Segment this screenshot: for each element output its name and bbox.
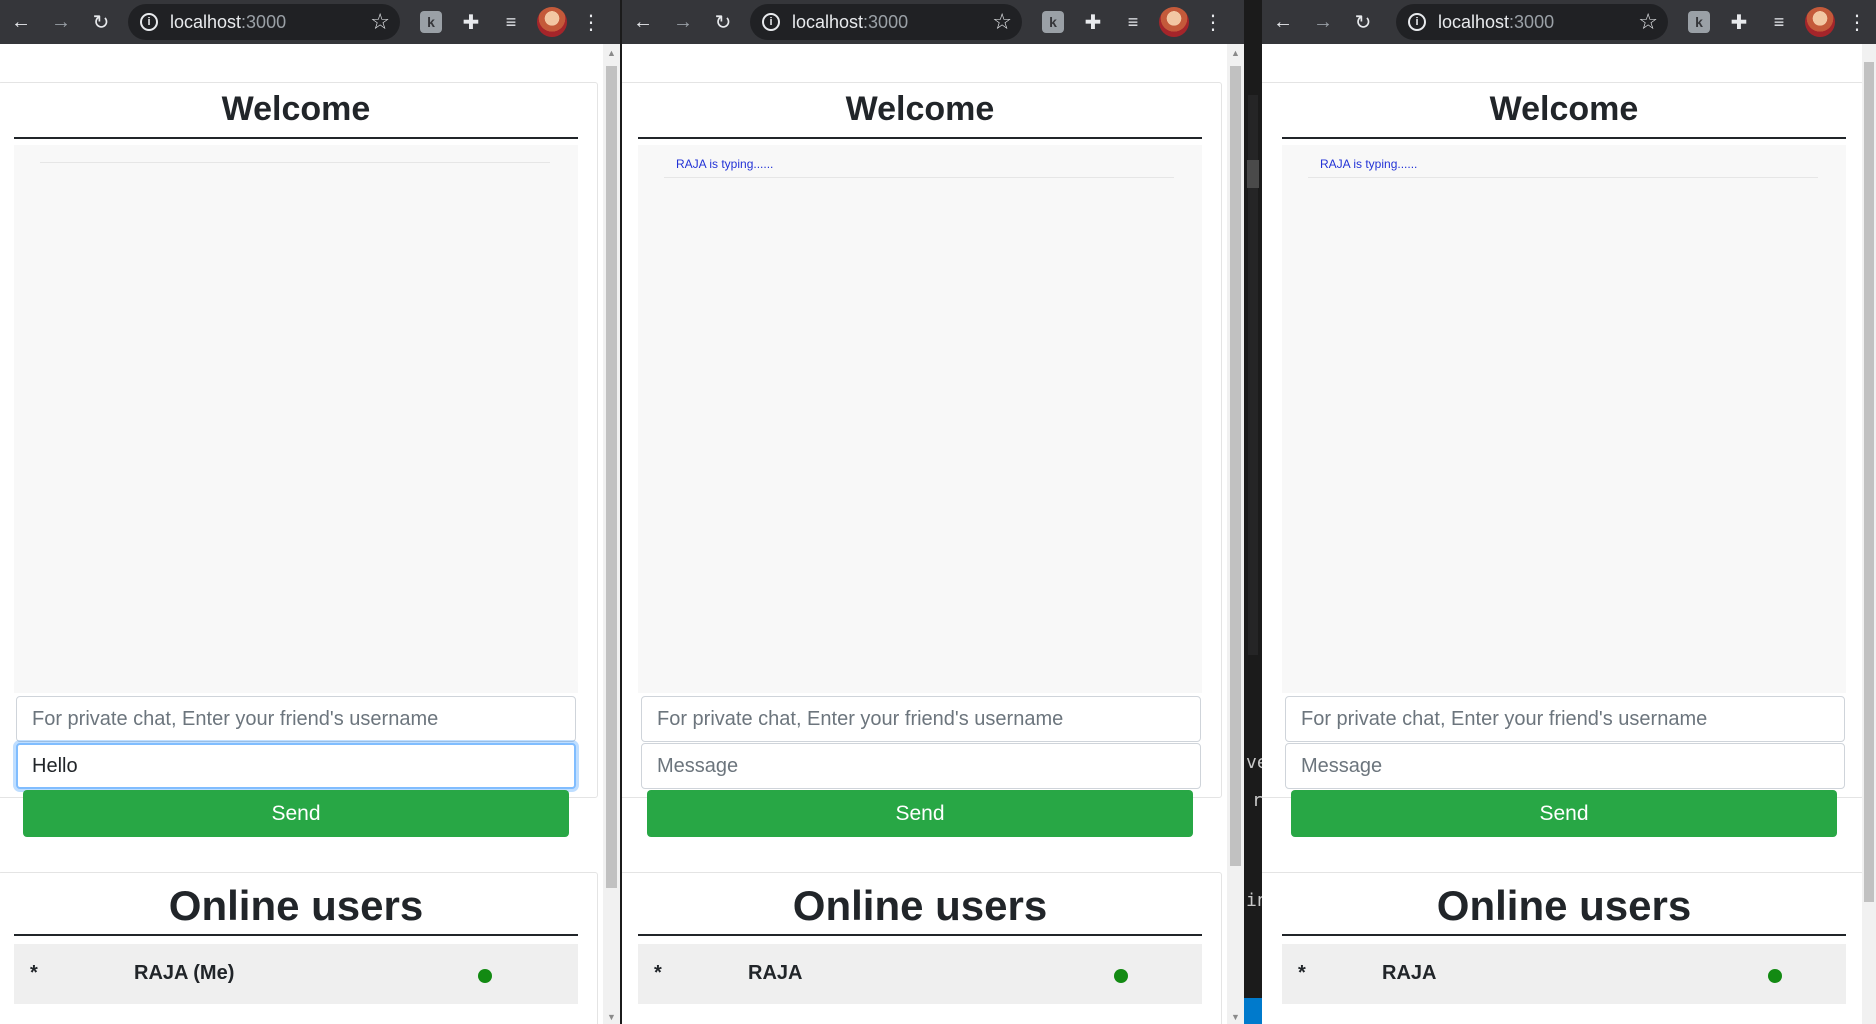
user-name: RAJA (Me) xyxy=(134,962,235,984)
bookmark-star-icon[interactable]: ☆ xyxy=(370,9,390,35)
editor-status-bar xyxy=(1244,998,1262,1024)
forward-icon[interactable]: → xyxy=(1310,9,1336,35)
user-row[interactable]: * RAJA xyxy=(638,944,1202,1004)
address-bar[interactable]: i localhost:3000 ☆ xyxy=(1396,4,1668,40)
message-input[interactable] xyxy=(16,743,576,789)
online-users-title: Online users xyxy=(168,882,424,929)
send-button[interactable]: Send xyxy=(1291,790,1837,837)
page-scrollbar[interactable] xyxy=(1862,44,1876,1024)
reload-icon[interactable]: ↻ xyxy=(88,9,114,35)
extension-k-icon[interactable]: k xyxy=(1042,11,1064,33)
scroll-thumb[interactable] xyxy=(1864,62,1874,902)
site-info-icon[interactable]: i xyxy=(140,13,158,31)
scroll-thumb[interactable] xyxy=(606,66,617,888)
menu-kebab-icon[interactable]: ⋮ xyxy=(578,9,604,35)
page-scrollbar[interactable]: ▲ ▼ xyxy=(1227,44,1244,1024)
scroll-down-arrow[interactable]: ▼ xyxy=(1230,1012,1241,1022)
messages-area: RAJA is typing...... xyxy=(1282,145,1846,693)
editor-scroll-thumb[interactable] xyxy=(1247,160,1259,188)
back-icon[interactable]: ← xyxy=(1270,9,1296,35)
user-name: RAJA xyxy=(1382,962,1437,984)
extensions-puzzle-icon[interactable]: ✚ xyxy=(1080,9,1106,35)
bookmark-star-icon[interactable]: ☆ xyxy=(1638,9,1658,35)
title-divider xyxy=(638,137,1202,139)
scroll-down-arrow[interactable]: ▼ xyxy=(606,1012,617,1022)
profile-avatar[interactable] xyxy=(1159,7,1189,37)
scroll-thumb[interactable] xyxy=(1230,66,1241,866)
users-divider xyxy=(638,934,1202,936)
send-button[interactable]: Send xyxy=(647,790,1193,837)
extension-k-icon[interactable]: k xyxy=(420,11,442,33)
address-url: localhost:3000 xyxy=(792,12,909,32)
page-scrollbar[interactable]: ▲ ▼ xyxy=(603,44,620,1024)
site-info-icon[interactable]: i xyxy=(1408,13,1426,31)
extensions-puzzle-icon[interactable]: ✚ xyxy=(1726,9,1752,35)
page-viewport: Welcome RAJA is typing...... Send Online… xyxy=(1262,44,1864,1024)
page-viewport: Welcome RAJA is typing...... Send Online… xyxy=(622,44,1227,1024)
chat-title: Welcome xyxy=(1489,90,1639,128)
menu-kebab-icon[interactable]: ⋮ xyxy=(1844,9,1870,35)
browser-window-3: ← → ↻ i localhost:3000 ☆ k ✚ ≡ ⋮ Welcome… xyxy=(1262,0,1876,1024)
extension-k-icon[interactable]: k xyxy=(1688,11,1710,33)
user-marker: * xyxy=(654,962,662,984)
message-input[interactable] xyxy=(641,743,1201,789)
message-input[interactable] xyxy=(1285,743,1845,789)
typing-indicator: RAJA is typing...... xyxy=(1320,157,1418,171)
browser-window-1: ← → ↻ i localhost:3000 ☆ k ✚ ≡ ⋮ Welcome… xyxy=(0,0,620,1024)
private-username-input[interactable] xyxy=(1285,696,1845,742)
typing-indicator: RAJA is typing...... xyxy=(676,157,774,171)
user-marker: * xyxy=(1298,962,1306,984)
typing-separator xyxy=(1308,177,1818,178)
extensions-puzzle-icon[interactable]: ✚ xyxy=(458,9,484,35)
address-bar[interactable]: i localhost:3000 ☆ xyxy=(750,4,1022,40)
profile-avatar[interactable] xyxy=(537,7,567,37)
online-status-dot xyxy=(1768,969,1782,983)
forward-icon[interactable]: → xyxy=(48,9,74,35)
media-control-icon[interactable]: ≡ xyxy=(1120,9,1146,35)
browser-window-2: ← → ↻ i localhost:3000 ☆ k ✚ ≡ ⋮ Welcome… xyxy=(622,0,1244,1024)
chat-title: Welcome xyxy=(845,90,995,128)
bookmark-star-icon[interactable]: ☆ xyxy=(992,9,1012,35)
user-row[interactable]: * RAJA xyxy=(1282,944,1846,1004)
users-divider xyxy=(14,934,578,936)
messages-area: RAJA is typing...... xyxy=(638,145,1202,693)
reload-icon[interactable]: ↻ xyxy=(1350,9,1376,35)
address-url: localhost:3000 xyxy=(170,12,287,32)
send-button[interactable]: Send xyxy=(23,790,569,837)
scroll-up-arrow[interactable]: ▲ xyxy=(1230,48,1241,58)
profile-avatar[interactable] xyxy=(1805,7,1835,37)
online-users-title: Online users xyxy=(792,882,1048,929)
reload-icon[interactable]: ↻ xyxy=(710,9,736,35)
browser-toolbar: ← → ↻ i localhost:3000 ☆ k ✚ ≡ ⋮ xyxy=(1262,0,1876,44)
chat-title: Welcome xyxy=(221,90,371,128)
typing-separator xyxy=(40,162,550,163)
browser-toolbar: ← → ↻ i localhost:3000 ☆ k ✚ ≡ ⋮ xyxy=(622,0,1244,44)
address-url: localhost:3000 xyxy=(1438,12,1555,32)
online-status-dot xyxy=(1114,969,1128,983)
title-divider xyxy=(1282,137,1846,139)
user-name: RAJA xyxy=(748,962,803,984)
online-status-dot xyxy=(478,969,492,983)
title-divider xyxy=(14,137,578,139)
menu-kebab-icon[interactable]: ⋮ xyxy=(1200,9,1226,35)
private-username-input[interactable] xyxy=(16,696,576,742)
private-username-input[interactable] xyxy=(641,696,1201,742)
users-divider xyxy=(1282,934,1846,936)
messages-area xyxy=(14,145,578,693)
browser-toolbar: ← → ↻ i localhost:3000 ☆ k ✚ ≡ ⋮ xyxy=(0,0,620,44)
media-control-icon[interactable]: ≡ xyxy=(498,9,524,35)
back-icon[interactable]: ← xyxy=(630,9,656,35)
user-marker: * xyxy=(30,962,38,984)
background-editor: ve r in xyxy=(1244,0,1268,1024)
media-control-icon[interactable]: ≡ xyxy=(1766,9,1792,35)
site-info-icon[interactable]: i xyxy=(762,13,780,31)
address-bar[interactable]: i localhost:3000 ☆ xyxy=(128,4,400,40)
scroll-up-arrow[interactable]: ▲ xyxy=(606,48,617,58)
user-row[interactable]: * RAJA (Me) xyxy=(14,944,578,1004)
online-users-title: Online users xyxy=(1436,882,1692,929)
typing-separator xyxy=(664,177,1174,178)
back-icon[interactable]: ← xyxy=(8,9,34,35)
page-viewport: Welcome Send Online users * RAJA (Me) xyxy=(0,44,603,1024)
forward-icon[interactable]: → xyxy=(670,9,696,35)
